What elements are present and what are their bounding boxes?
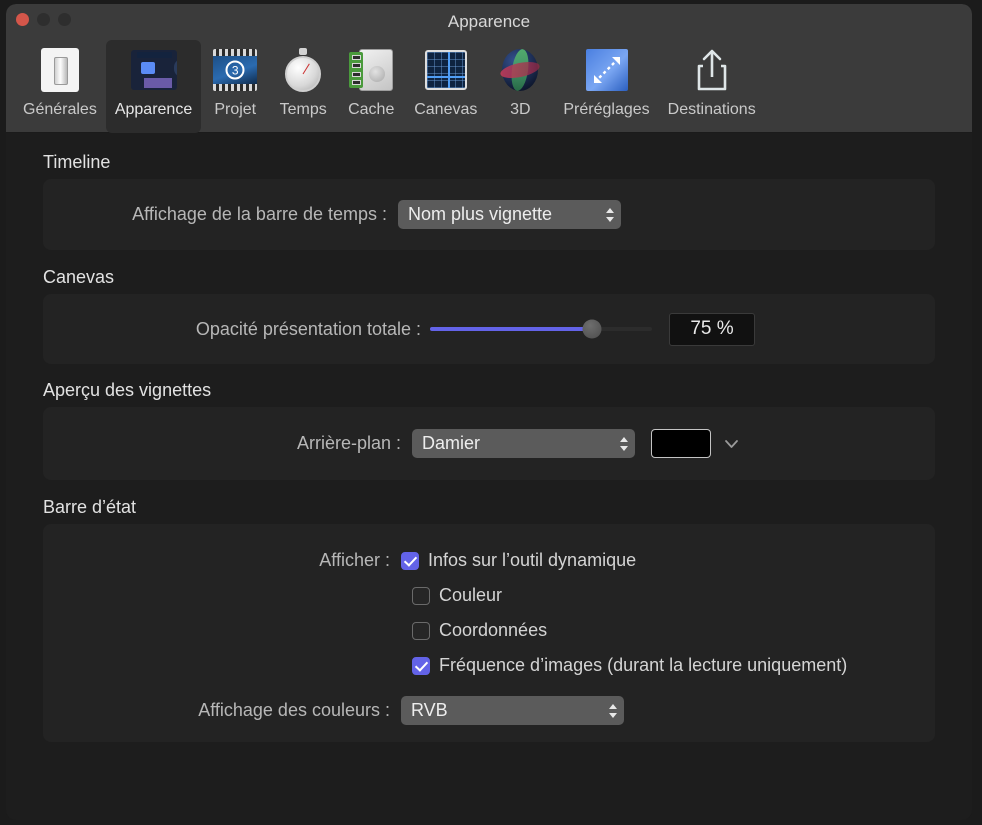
- tab-apparence[interactable]: Apparence: [106, 40, 201, 133]
- tab-cache[interactable]: Cache: [337, 40, 405, 133]
- tab-prereglages[interactable]: Préréglages: [554, 40, 658, 133]
- slider-track[interactable]: [430, 327, 652, 331]
- checkbox-label-coordonnees: Coordonnées: [439, 620, 547, 641]
- stopwatch-icon: [278, 45, 328, 95]
- preferences-content: Timeline Affichage de la barre de temps …: [6, 133, 972, 820]
- checkbox-coordonnees[interactable]: [412, 622, 430, 640]
- checkbox-row-coordonnees: Coordonnées: [69, 613, 935, 648]
- panel-canevas: Opacité présentation totale : 75 %: [43, 294, 935, 364]
- window-title: Apparence: [6, 12, 972, 32]
- checkbox-row-infos-outil: Afficher : Infos sur l’outil dynamique: [69, 543, 935, 578]
- section-title-canevas: Canevas: [43, 267, 972, 288]
- sphere-3d-icon: [495, 45, 545, 95]
- checkbox-frequence-images[interactable]: [412, 657, 430, 675]
- checkbox-infos-outil-dynamique[interactable]: [401, 552, 419, 570]
- switch-icon: [35, 45, 85, 95]
- appearance-window-icon: [129, 45, 179, 95]
- select-background[interactable]: Damier: [412, 429, 635, 458]
- tab-label-cache: Cache: [348, 101, 394, 119]
- select-time-bar-display[interactable]: Nom plus vignette: [398, 200, 621, 229]
- checkbox-label-infos-outil-dynamique: Infos sur l’outil dynamique: [428, 550, 636, 571]
- select-color-display-value: RVB: [411, 700, 602, 721]
- select-time-bar-display-value: Nom plus vignette: [408, 204, 599, 225]
- tab-label-apparence: Apparence: [115, 101, 192, 119]
- tab-canevas[interactable]: Canevas: [405, 40, 486, 133]
- select-background-value: Damier: [422, 433, 613, 454]
- slider-fill: [430, 327, 592, 331]
- tab-destinations[interactable]: Destinations: [659, 40, 765, 133]
- panel-barre-etat: Afficher : Infos sur l’outil dynamique C…: [43, 524, 935, 742]
- panel-timeline: Affichage de la barre de temps : Nom plu…: [43, 179, 935, 250]
- value-overall-opacity[interactable]: 75 %: [669, 313, 755, 346]
- window-titlebar: Apparence: [6, 4, 972, 40]
- checkbox-label-frequence-images: Fréquence d’images (durant la lecture un…: [439, 655, 847, 676]
- color-swatch[interactable]: [651, 429, 711, 458]
- tab-label-prereglages: Préréglages: [563, 101, 649, 119]
- tab-generales[interactable]: Générales: [14, 40, 106, 133]
- preferences-window: Apparence Générales Apparence: [6, 4, 972, 820]
- diagonal-arrow-icon: [582, 45, 632, 95]
- checkbox-label-couleur: Couleur: [439, 585, 502, 606]
- label-background: Arrière-plan :: [69, 433, 401, 454]
- disk-memory-icon: [346, 45, 396, 95]
- select-color-display[interactable]: RVB: [401, 696, 624, 725]
- label-overall-opacity: Opacité présentation totale :: [69, 319, 421, 340]
- tab-label-canevas: Canevas: [414, 101, 477, 119]
- canvas-grid-icon: [421, 45, 471, 95]
- tab-label-projet: Projet: [214, 101, 256, 119]
- tab-3d[interactable]: 3D: [486, 40, 554, 133]
- tab-label-3d: 3D: [510, 101, 530, 119]
- tab-label-temps: Temps: [280, 101, 327, 119]
- tab-label-generales: Générales: [23, 101, 97, 119]
- tab-label-destinations: Destinations: [668, 101, 756, 119]
- label-color-display: Affichage des couleurs :: [69, 700, 401, 721]
- slider-overall-opacity[interactable]: [430, 319, 652, 339]
- panel-apercu-vignettes: Arrière-plan : Damier: [43, 407, 935, 480]
- chevron-updown-icon: [602, 696, 624, 725]
- film-strip-icon: 3: [210, 45, 260, 95]
- chevron-updown-icon: [613, 429, 635, 458]
- tab-temps[interactable]: Temps: [269, 40, 337, 133]
- chevron-down-icon[interactable]: [723, 436, 739, 452]
- checkbox-couleur[interactable]: [412, 587, 430, 605]
- share-export-icon: [687, 45, 737, 95]
- tab-projet[interactable]: 3 Projet: [201, 40, 269, 133]
- chevron-updown-icon: [599, 200, 621, 229]
- label-afficher: Afficher :: [69, 550, 401, 571]
- checkbox-row-frequence-images: Fréquence d’images (durant la lecture un…: [69, 648, 935, 683]
- label-time-bar-display: Affichage de la barre de temps :: [69, 204, 387, 225]
- checkbox-row-couleur: Couleur: [69, 578, 935, 613]
- section-title-timeline: Timeline: [43, 152, 972, 173]
- slider-knob[interactable]: [583, 320, 602, 339]
- section-title-apercu-vignettes: Aperçu des vignettes: [43, 380, 972, 401]
- section-title-barre-etat: Barre d’état: [43, 497, 972, 518]
- preferences-toolbar: Générales Apparence 3 Projet: [6, 40, 972, 133]
